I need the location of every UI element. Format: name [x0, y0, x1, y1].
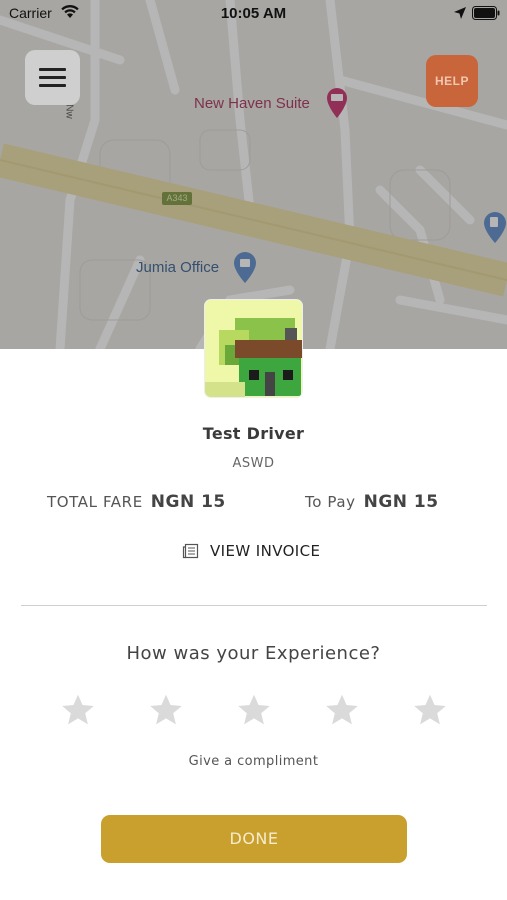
view-invoice-label: VIEW INVOICE: [210, 542, 321, 560]
view-invoice-button[interactable]: VIEW INVOICE: [182, 541, 320, 561]
hamburger-icon-bar: [39, 84, 66, 87]
hamburger-icon: [39, 68, 66, 71]
driver-name: Test Driver: [202, 424, 305, 443]
star-rating[interactable]: [0, 692, 507, 734]
driver-avatar-image: [205, 300, 302, 397]
star-icon[interactable]: [324, 692, 360, 728]
document-icon: [182, 543, 199, 559]
total-fare-label: TOTAL FARE: [47, 493, 143, 511]
location-arrow-icon: [454, 7, 466, 19]
total-fare: TOTAL FARE NGN 15: [47, 492, 226, 512]
menu-button[interactable]: [25, 50, 80, 105]
to-pay: To Pay NGN 15: [305, 492, 439, 512]
hamburger-icon-bar: [39, 76, 66, 79]
divider: [21, 605, 487, 606]
total-fare-value: NGN 15: [150, 492, 226, 512]
vehicle-plate: ASWD: [232, 456, 275, 471]
star-icon[interactable]: [60, 692, 96, 728]
star-icon[interactable]: [412, 692, 448, 728]
help-button[interactable]: HELP: [426, 55, 478, 107]
done-button[interactable]: DONE: [101, 815, 407, 863]
star-icon[interactable]: [236, 692, 272, 728]
to-pay-label: To Pay: [305, 493, 356, 511]
status-bar: Carrier 10:05 AM: [0, 0, 507, 28]
driver-avatar: [205, 300, 302, 397]
rating-question: How was your Experience?: [126, 643, 381, 664]
to-pay-value: NGN 15: [363, 492, 439, 512]
battery-icon: [472, 6, 500, 20]
give-compliment-link[interactable]: Give a compliment: [0, 754, 507, 769]
star-icon[interactable]: [148, 692, 184, 728]
status-time: 10:05 AM: [220, 5, 287, 22]
